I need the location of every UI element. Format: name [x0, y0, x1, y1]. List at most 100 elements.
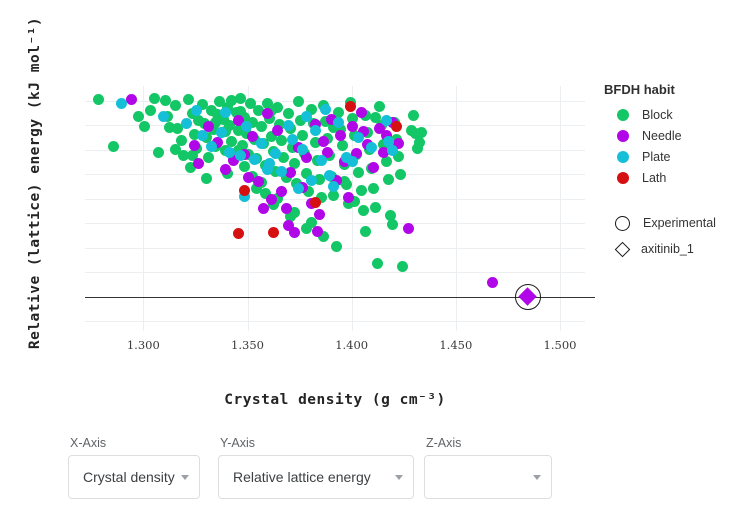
data-point-block[interactable]	[356, 185, 367, 196]
data-point-needle[interactable]	[258, 203, 269, 214]
data-point-block[interactable]	[203, 152, 214, 163]
data-point-block[interactable]	[183, 94, 194, 105]
data-point-plate[interactable]	[347, 156, 358, 167]
data-point-needle[interactable]	[318, 136, 329, 147]
data-point-block[interactable]	[408, 110, 419, 121]
data-point-needle[interactable]	[356, 107, 367, 118]
data-point-block[interactable]	[133, 111, 144, 122]
data-point-plate[interactable]	[283, 120, 294, 131]
data-point-lath[interactable]	[391, 121, 402, 132]
data-point-plate[interactable]	[191, 105, 202, 116]
data-point-block[interactable]	[416, 127, 427, 138]
data-point-block[interactable]	[387, 219, 398, 230]
plot-canvas[interactable]	[85, 86, 585, 331]
data-point-block[interactable]	[397, 261, 408, 272]
data-point-needle[interactable]	[272, 125, 283, 136]
data-point-plate[interactable]	[328, 181, 339, 192]
data-point-needle[interactable]	[314, 209, 325, 220]
data-point-lath[interactable]	[268, 227, 279, 238]
legend-shape-item-axitinib-1[interactable]: axitinib_1	[604, 236, 734, 262]
data-point-block[interactable]	[160, 95, 171, 106]
data-point-plate[interactable]	[320, 104, 331, 115]
data-point-block[interactable]	[337, 140, 348, 151]
data-point-needle[interactable]	[403, 223, 414, 234]
data-point-plate[interactable]	[381, 115, 392, 126]
data-point-needle[interactable]	[281, 203, 292, 214]
data-point-needle[interactable]	[220, 164, 231, 175]
data-point-plate[interactable]	[333, 117, 344, 128]
data-point-needle[interactable]	[126, 94, 137, 105]
data-point-block[interactable]	[139, 121, 150, 132]
data-point-plate[interactable]	[256, 138, 267, 149]
data-point-needle[interactable]	[243, 172, 254, 183]
data-point-lath[interactable]	[233, 228, 244, 239]
data-point-block[interactable]	[297, 130, 308, 141]
data-point-plate[interactable]	[316, 155, 327, 166]
data-point-plate[interactable]	[220, 107, 231, 118]
data-point-lath[interactable]	[310, 197, 321, 208]
data-point-block[interactable]	[283, 108, 294, 119]
data-point-plate[interactable]	[116, 98, 127, 109]
data-point-block[interactable]	[276, 135, 287, 146]
data-point-block[interactable]	[383, 174, 394, 185]
data-point-block[interactable]	[414, 137, 425, 148]
data-point-needle[interactable]	[276, 186, 287, 197]
data-point-needle[interactable]	[289, 227, 300, 238]
data-point-needle[interactable]	[193, 158, 204, 169]
data-point-block[interactable]	[293, 96, 304, 107]
data-point-block[interactable]	[201, 173, 212, 184]
z-axis-select[interactable]	[424, 455, 552, 499]
data-point-block[interactable]	[226, 95, 237, 106]
data-point-plate[interactable]	[197, 130, 208, 141]
y-axis-control-label: Y-Axis	[218, 436, 414, 450]
legend-color-entries[interactable]: BlockNeedlePlateLath	[604, 104, 734, 188]
data-point-needle[interactable]	[368, 162, 379, 173]
data-point-plate[interactable]	[306, 175, 317, 186]
data-point-block[interactable]	[149, 93, 160, 104]
chevron-down-icon	[181, 475, 189, 480]
data-point-block[interactable]	[395, 169, 406, 180]
data-point-needle[interactable]	[335, 130, 346, 141]
data-point-plate[interactable]	[270, 148, 281, 159]
data-point-block[interactable]	[381, 156, 392, 167]
data-point-plate[interactable]	[206, 141, 217, 152]
axis-controls: X-Axis Crystal density Y-Axis Relative l…	[0, 428, 737, 520]
gridline-horizontal	[85, 272, 585, 273]
data-point-plate[interactable]	[216, 127, 227, 138]
data-point-plate[interactable]	[181, 118, 192, 129]
data-point-needle[interactable]	[343, 192, 354, 203]
data-point-plate[interactable]	[224, 147, 235, 158]
legend-shape-entries[interactable]: Experimentalaxitinib_1	[604, 210, 734, 262]
data-point-block[interactable]	[372, 258, 383, 269]
data-point-plate[interactable]	[158, 111, 169, 122]
data-point-plate[interactable]	[310, 125, 321, 136]
x-axis-select[interactable]: Crystal density	[68, 455, 200, 499]
data-point-block[interactable]	[108, 141, 119, 152]
data-point-block[interactable]	[374, 101, 385, 112]
y-axis-control: Y-Axis Relative lattice energy	[218, 436, 414, 499]
data-point-block[interactable]	[153, 147, 164, 158]
data-point-block[interactable]	[358, 205, 369, 216]
data-point-plate[interactable]	[262, 164, 273, 175]
data-point-needle[interactable]	[312, 226, 323, 237]
data-point-block[interactable]	[170, 100, 181, 111]
legend-item-needle[interactable]: Needle	[604, 125, 734, 146]
data-point-plate[interactable]	[366, 142, 377, 153]
legend-shape-item-experimental[interactable]: Experimental	[604, 210, 734, 236]
data-point-lath[interactable]	[239, 185, 250, 196]
data-point-block[interactable]	[368, 183, 379, 194]
legend-item-lath[interactable]: Lath	[604, 167, 734, 188]
data-point-lath[interactable]	[345, 101, 356, 112]
data-point-block[interactable]	[360, 226, 371, 237]
data-point-block[interactable]	[93, 94, 104, 105]
legend-item-block[interactable]: Block	[604, 104, 734, 125]
data-point-needle[interactable]	[487, 277, 498, 288]
data-point-block[interactable]	[145, 105, 156, 116]
data-point-plate[interactable]	[235, 150, 246, 161]
data-point-plate[interactable]	[241, 121, 252, 132]
y-axis-select[interactable]: Relative lattice energy	[218, 455, 414, 499]
data-point-block[interactable]	[331, 241, 342, 252]
data-point-block[interactable]	[353, 167, 364, 178]
legend-item-plate[interactable]: Plate	[604, 146, 734, 167]
data-point-block[interactable]	[370, 202, 381, 213]
